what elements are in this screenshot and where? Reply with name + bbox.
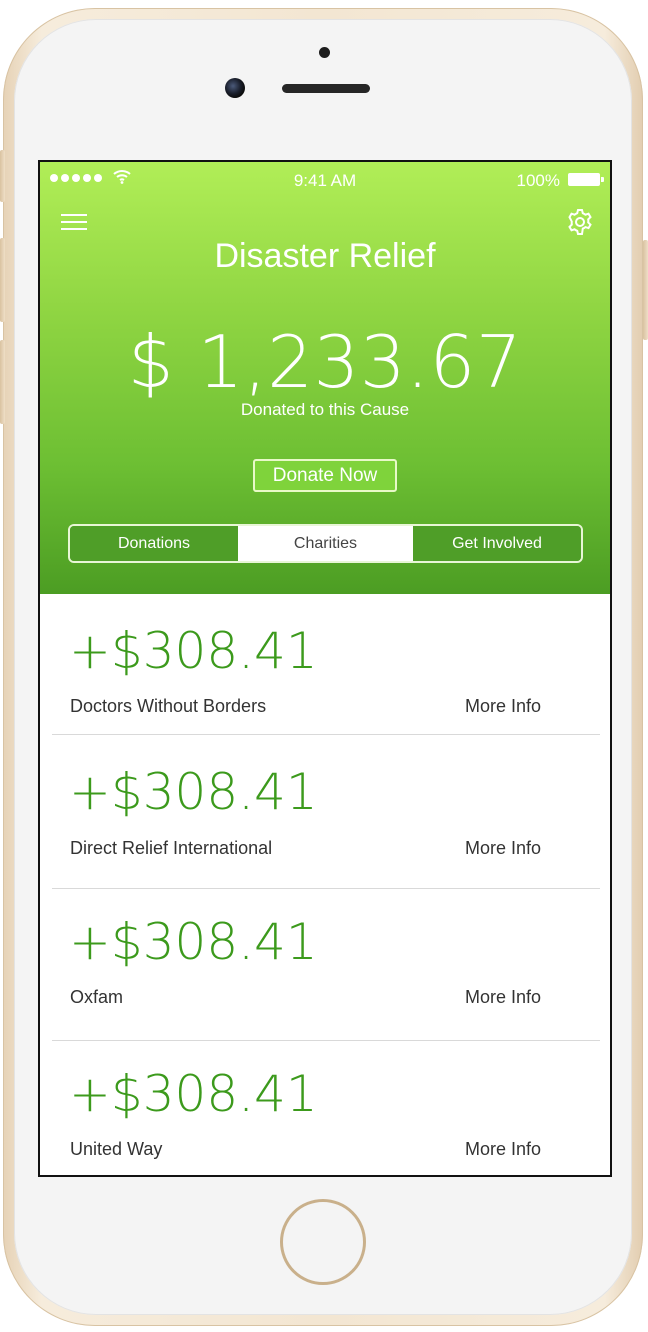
total-donated-label: Donated to this Cause [240,400,410,419]
tab-get-involved[interactable]: Get Involved [413,526,581,561]
section-tabs: Donations Charities Get Involved [68,524,583,563]
cause-title: Disaster Relief [214,237,436,275]
charity-amount: +$308.41 [69,622,318,680]
more-info-link[interactable]: More Info [465,696,541,717]
more-info-link[interactable]: More Info [465,987,541,1008]
volume-down-button [0,340,5,424]
earpiece-speaker [282,84,370,93]
app-screen: 9:41 AM 100% Disaster Relief $ 1,233.67 … [38,160,612,1177]
charity-amount: +$308.41 [69,763,318,821]
battery-icon [568,173,604,186]
charity-list: +$308.41 Doctors Without Borders More In… [52,594,600,1175]
home-button[interactable] [280,1199,366,1285]
more-info-link[interactable]: More Info [465,1139,541,1160]
proximity-sensor [319,47,330,58]
donate-now-button[interactable]: Donate Now [253,459,397,492]
charity-amount: +$308.41 [69,913,318,971]
list-item[interactable]: +$308.41 Doctors Without Borders More In… [52,594,600,735]
list-item[interactable]: +$308.41 United Way More Info [52,1041,600,1175]
charity-name: Doctors Without Borders [70,696,267,716]
silent-switch [0,150,5,202]
battery-percent: 100% [516,171,560,190]
total-donated-amount: $ 1,233.67 [127,320,523,404]
tab-charities[interactable]: Charities [238,526,413,561]
hamburger-menu-icon[interactable] [61,213,87,231]
front-camera [225,78,245,98]
gear-icon[interactable] [566,208,594,236]
charity-name: United Way [70,1139,163,1159]
volume-up-button [0,238,5,322]
tab-donations[interactable]: Donations [70,526,238,561]
cause-header: 9:41 AM 100% Disaster Relief $ 1,233.67 … [40,162,610,594]
list-item[interactable]: +$308.41 Oxfam More Info [52,889,600,1041]
list-item[interactable]: +$308.41 Direct Relief International Mor… [52,735,600,889]
more-info-link[interactable]: More Info [465,838,541,859]
charity-name: Oxfam [70,987,124,1007]
charity-amount: +$308.41 [69,1065,318,1123]
charity-name: Direct Relief International [70,838,273,858]
status-bar: 9:41 AM 100% [40,162,610,198]
power-button [643,240,648,340]
